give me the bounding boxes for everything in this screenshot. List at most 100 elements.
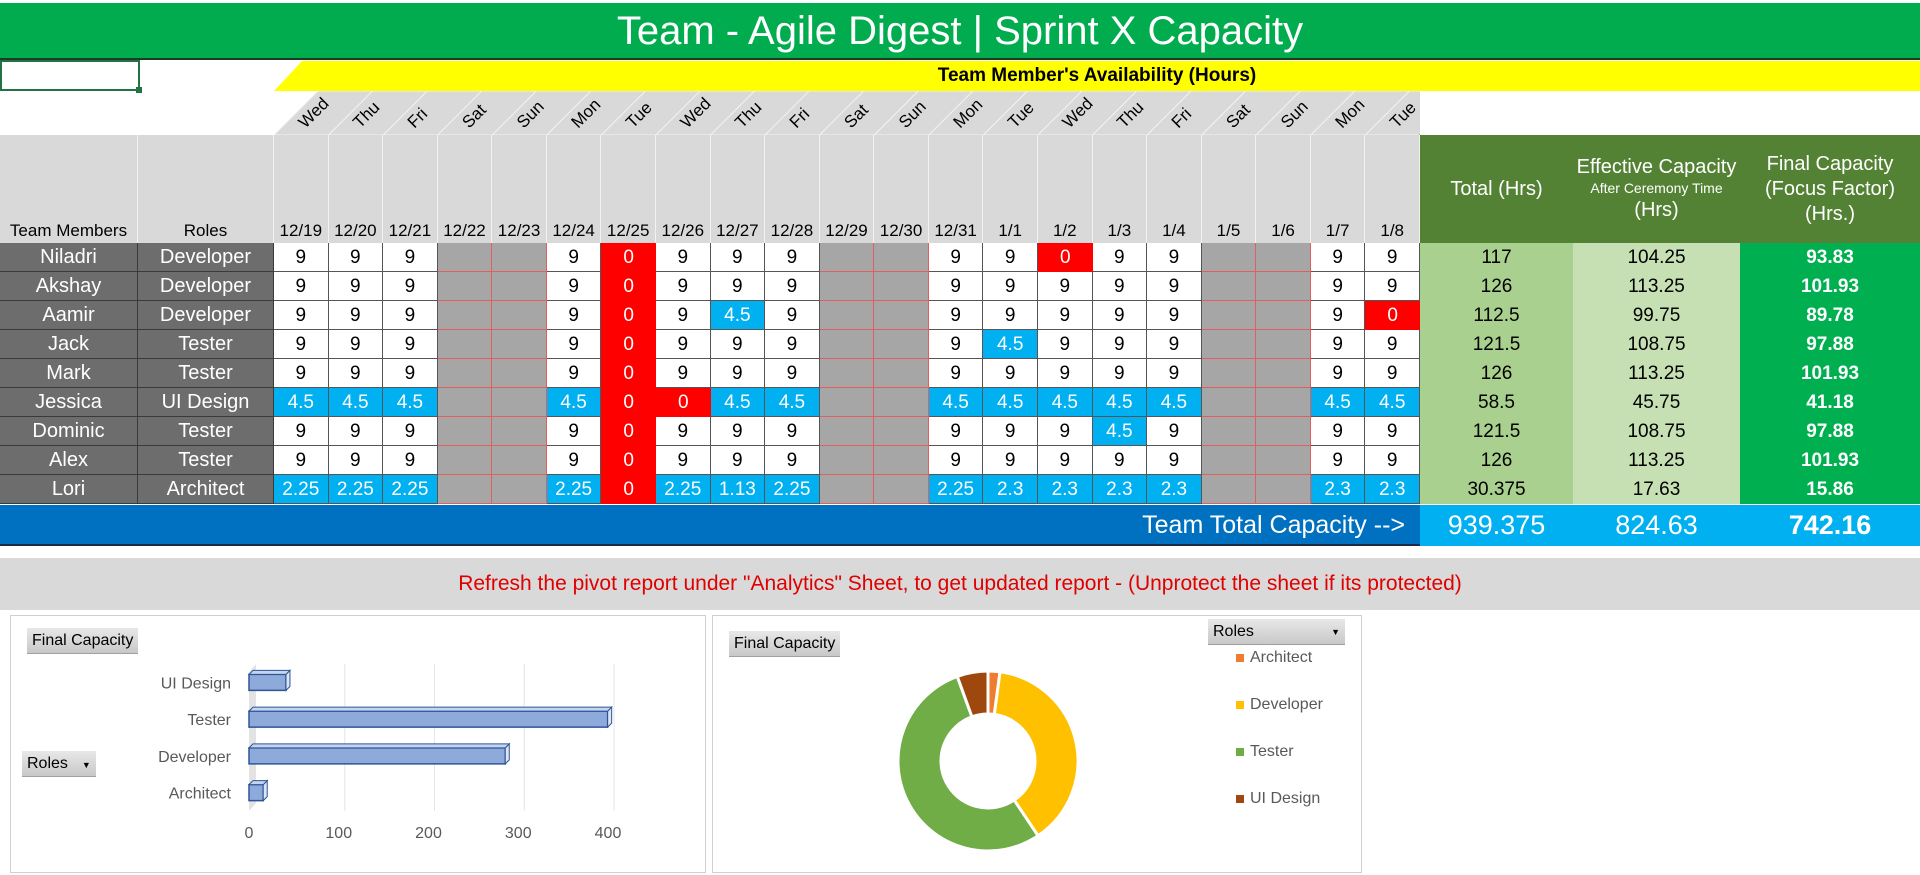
hours-cell[interactable]: 9 — [1365, 359, 1420, 388]
weekend-cell[interactable] — [874, 359, 929, 388]
hours-cell[interactable]: 4.5 — [1092, 417, 1148, 446]
hours-cell[interactable]: 0 — [1365, 301, 1420, 330]
hours-cell[interactable]: 9 — [928, 243, 984, 272]
member-role[interactable]: Developer — [138, 243, 274, 272]
weekend-cell[interactable] — [1256, 272, 1311, 301]
hours-cell[interactable]: 4.5 — [765, 388, 820, 417]
hours-cell[interactable]: 0 — [601, 243, 656, 272]
hours-cell[interactable]: 9 — [1092, 272, 1148, 301]
weekend-cell[interactable] — [1201, 417, 1257, 446]
hours-cell[interactable]: 9 — [1092, 359, 1148, 388]
weekend-cell[interactable] — [1256, 301, 1311, 330]
hours-cell[interactable]: 4.5 — [1038, 388, 1093, 417]
hours-cell[interactable]: 9 — [710, 243, 766, 272]
hours-cell[interactable]: 4.5 — [710, 388, 766, 417]
hours-cell[interactable]: 9 — [983, 446, 1038, 475]
weekend-cell[interactable] — [819, 359, 875, 388]
weekend-cell[interactable] — [874, 388, 929, 417]
member-role[interactable]: Tester — [138, 330, 274, 359]
hours-cell[interactable]: 9 — [765, 417, 820, 446]
hours-cell[interactable]: 2.3 — [1092, 475, 1148, 504]
weekend-cell[interactable] — [492, 359, 547, 388]
hours-cell[interactable]: 9 — [383, 301, 438, 330]
weekend-cell[interactable] — [819, 301, 875, 330]
hours-cell[interactable]: 4.5 — [1092, 388, 1148, 417]
hours-cell[interactable]: 4.5 — [710, 301, 766, 330]
weekend-cell[interactable] — [437, 272, 493, 301]
weekend-cell[interactable] — [874, 272, 929, 301]
hours-cell[interactable]: 9 — [765, 243, 820, 272]
weekend-cell[interactable] — [874, 417, 929, 446]
hours-cell[interactable]: 9 — [546, 243, 602, 272]
weekend-cell[interactable] — [819, 388, 875, 417]
hours-cell[interactable]: 2.25 — [546, 475, 602, 504]
member-effective[interactable]: 108.75 — [1573, 417, 1740, 446]
hours-cell[interactable]: 9 — [546, 272, 602, 301]
hours-cell[interactable]: 9 — [1147, 330, 1202, 359]
member-final[interactable]: 97.88 — [1740, 330, 1920, 359]
hours-cell[interactable]: 1.13 — [710, 475, 766, 504]
hours-cell[interactable]: 2.3 — [983, 475, 1038, 504]
bar[interactable] — [248, 673, 287, 692]
hours-cell[interactable]: 9 — [710, 446, 766, 475]
hours-cell[interactable]: 9 — [656, 301, 711, 330]
hours-cell[interactable]: 9 — [710, 359, 766, 388]
hours-cell[interactable]: 4.5 — [328, 388, 384, 417]
hours-cell[interactable]: 9 — [656, 417, 711, 446]
hours-cell[interactable]: 9 — [928, 272, 984, 301]
legend-item[interactable]: UI Design — [1236, 790, 1320, 808]
weekend-cell[interactable] — [492, 272, 547, 301]
weekend-cell[interactable] — [1201, 243, 1257, 272]
hours-cell[interactable]: 9 — [710, 272, 766, 301]
member-effective[interactable]: 108.75 — [1573, 330, 1740, 359]
hours-cell[interactable]: 9 — [928, 417, 984, 446]
hours-cell[interactable]: 0 — [601, 475, 656, 504]
hours-cell[interactable]: 9 — [328, 301, 384, 330]
member-role[interactable]: Tester — [138, 359, 274, 388]
hours-cell[interactable]: 0 — [601, 417, 656, 446]
weekend-cell[interactable] — [874, 446, 929, 475]
hours-cell[interactable]: 9 — [983, 243, 1038, 272]
hours-cell[interactable]: 9 — [1147, 301, 1202, 330]
hours-cell[interactable]: 9 — [656, 446, 711, 475]
member-name[interactable]: Akshay — [0, 272, 138, 301]
hours-cell[interactable]: 9 — [274, 417, 329, 446]
hours-cell[interactable]: 4.5 — [546, 388, 602, 417]
hours-cell[interactable]: 2.25 — [328, 475, 384, 504]
hours-cell[interactable]: 9 — [1310, 417, 1366, 446]
member-final[interactable]: 101.93 — [1740, 359, 1920, 388]
weekend-cell[interactable] — [492, 330, 547, 359]
member-role[interactable]: Tester — [138, 446, 274, 475]
hours-cell[interactable]: 4.5 — [983, 330, 1038, 359]
hours-cell[interactable]: 9 — [983, 417, 1038, 446]
member-effective[interactable]: 113.25 — [1573, 359, 1740, 388]
member-role[interactable]: Architect — [138, 475, 274, 504]
hours-cell[interactable]: 0 — [601, 301, 656, 330]
weekend-cell[interactable] — [1256, 417, 1311, 446]
hours-cell[interactable]: 9 — [383, 359, 438, 388]
hours-cell[interactable]: 9 — [710, 330, 766, 359]
hours-cell[interactable]: 9 — [1310, 330, 1366, 359]
donut-chart-panel[interactable]: Final Capacity Roles ▼ Architect Developer… — [712, 615, 1362, 873]
hours-cell[interactable]: 0 — [601, 446, 656, 475]
hours-cell[interactable]: 9 — [328, 446, 384, 475]
hours-cell[interactable]: 9 — [765, 359, 820, 388]
weekend-cell[interactable] — [874, 301, 929, 330]
member-total[interactable]: 30.375 — [1420, 475, 1573, 504]
member-name[interactable]: Mark — [0, 359, 138, 388]
hours-cell[interactable]: 9 — [1092, 446, 1148, 475]
member-final[interactable]: 101.93 — [1740, 446, 1920, 475]
hours-cell[interactable]: 9 — [928, 330, 984, 359]
hours-cell[interactable]: 2.25 — [383, 475, 438, 504]
hours-cell[interactable]: 9 — [983, 301, 1038, 330]
hours-cell[interactable]: 9 — [1092, 330, 1148, 359]
hours-cell[interactable]: 0 — [656, 388, 711, 417]
member-effective[interactable]: 113.25 — [1573, 272, 1740, 301]
hours-cell[interactable]: 9 — [1310, 359, 1366, 388]
hours-cell[interactable]: 4.5 — [1365, 388, 1420, 417]
hours-cell[interactable]: 9 — [1147, 243, 1202, 272]
legend-item[interactable]: Developer — [1236, 696, 1323, 714]
member-final[interactable]: 41.18 — [1740, 388, 1920, 417]
member-effective[interactable]: 113.25 — [1573, 446, 1740, 475]
hours-cell[interactable]: 9 — [928, 446, 984, 475]
